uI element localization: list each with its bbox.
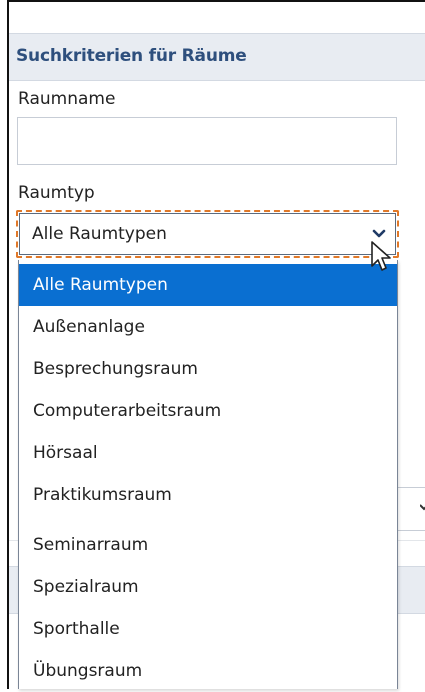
raumtyp-dropdown-list[interactable]: Alle Raumtypen Außenanlage Besprechungsr… xyxy=(18,260,398,689)
window-frame: Suchkriterien für Räume Raumname Raumtyp… xyxy=(0,0,425,689)
option-praktikumsraum[interactable]: Praktikumsraum xyxy=(19,474,397,516)
option-sporthalle[interactable]: Sporthalle xyxy=(19,608,397,650)
raumtyp-selected-value: Alle Raumtypen xyxy=(32,224,167,244)
panel-title: Suchkriterien für Räume xyxy=(16,46,247,66)
search-criteria-header: Suchkriterien für Räume xyxy=(9,33,425,81)
option-spezialraum[interactable]: Spezialraum xyxy=(19,566,397,608)
raumname-label: Raumname xyxy=(18,89,116,109)
mouse-cursor-icon xyxy=(371,241,391,271)
option-computerarbeitsraum[interactable]: Computerarbeitsraum xyxy=(19,390,397,432)
option-alle-raumtypen[interactable]: Alle Raumtypen xyxy=(19,264,397,306)
window-border-top xyxy=(7,0,425,2)
option-aussenanlage[interactable]: Außenanlage xyxy=(19,306,397,348)
raumname-input[interactable] xyxy=(17,117,397,165)
option-hoersaal[interactable]: Hörsaal xyxy=(19,432,397,474)
option-uebungsraum[interactable]: Übungsraum xyxy=(19,650,397,692)
option-besprechungsraum[interactable]: Besprechungsraum xyxy=(19,348,397,390)
raumtyp-select[interactable]: Alle Raumtypen xyxy=(19,213,396,255)
option-seminarraum[interactable]: Seminarraum xyxy=(19,524,397,566)
background-chevron-icon xyxy=(420,504,425,511)
raumtyp-label: Raumtyp xyxy=(18,183,95,203)
